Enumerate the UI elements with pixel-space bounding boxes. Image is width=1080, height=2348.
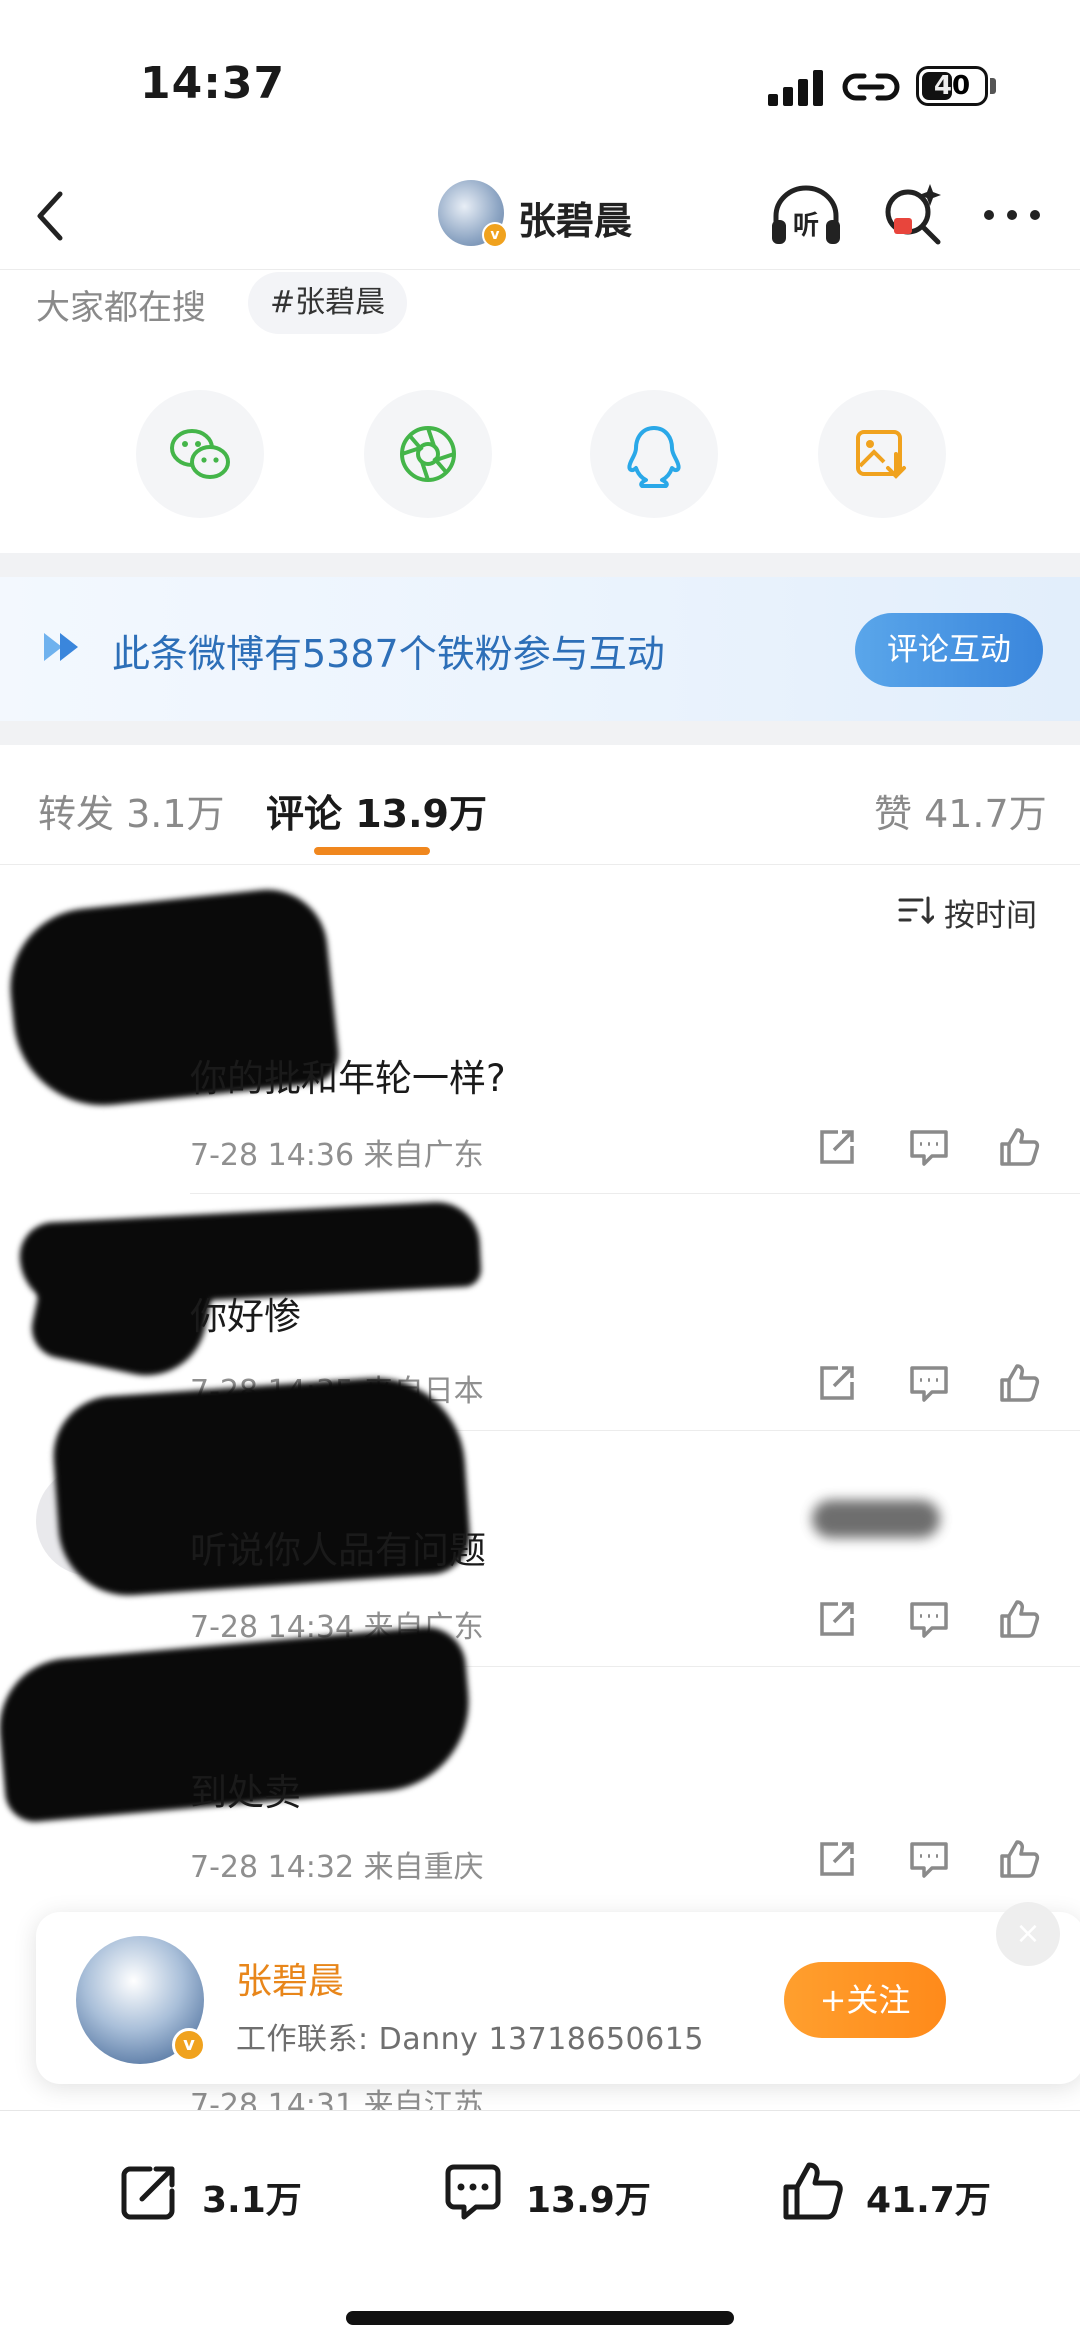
iron-fans-text: 此条微博有5387个铁粉参与互动 <box>112 632 665 676</box>
section-divider <box>0 721 1080 745</box>
reply-icon[interactable] <box>906 1124 952 1170</box>
tabs: 转发 3.1万 评论 13.9万 赞 41.7万 <box>0 745 1080 865</box>
back-icon[interactable] <box>28 186 72 246</box>
share-row <box>0 390 1080 520</box>
follow-button[interactable]: +关注 <box>784 1962 946 2038</box>
follow-card-contact: 工作联系: Danny 13718650615 <box>236 2022 704 2057</box>
moments-icon <box>400 426 456 482</box>
save-image-icon <box>856 430 906 479</box>
reply-icon[interactable] <box>906 1596 952 1642</box>
share-comment-icon[interactable] <box>814 1596 860 1642</box>
tab-likes[interactable]: 赞 41.7万 <box>874 783 1047 838</box>
reply-icon[interactable] <box>906 1360 952 1406</box>
share-comment-icon[interactable] <box>814 1836 860 1882</box>
share-qq-button[interactable] <box>590 390 718 518</box>
more-icon[interactable] <box>980 200 1044 230</box>
comment-count: 13.9万 <box>526 2180 651 2221</box>
search-ai-icon[interactable] <box>880 180 946 250</box>
battery-cap <box>990 78 996 94</box>
battery-level: 40 <box>933 71 971 101</box>
repost-button[interactable]: 3.1万 <box>116 2153 336 2233</box>
like-button[interactable]: 41.7万 <box>780 2153 1020 2233</box>
follow-card[interactable]: v 张碧晨 工作联系: Danny 13718650615 +关注 × <box>36 1902 1080 2084</box>
share-comment-icon[interactable] <box>814 1124 860 1170</box>
status-bar: 14:37 40 <box>0 0 1080 150</box>
share-comment-icon[interactable] <box>814 1360 860 1406</box>
save-image-button[interactable] <box>818 390 946 518</box>
close-icon[interactable]: × <box>996 1902 1060 1966</box>
comment-meta: 7-28 14:32 来自重庆 <box>190 1850 484 1885</box>
signal-icon <box>768 70 824 106</box>
like-icon[interactable] <box>996 1124 1042 1170</box>
like-icon[interactable] <box>996 1596 1042 1642</box>
comment-actions <box>810 1124 1060 1174</box>
verified-badge-icon: v <box>482 222 508 248</box>
section-divider <box>0 553 1080 577</box>
comment-icon <box>445 2164 501 2220</box>
blur-mark <box>812 1500 940 1538</box>
battery-icon: 40 <box>916 66 988 106</box>
comment-actions <box>810 1360 1060 1410</box>
wechat-icon <box>170 429 230 479</box>
svg-text:听: 听 <box>793 211 819 241</box>
comment-item: 到处卖 7-28 14:32 来自重庆 <box>0 1623 1080 1902</box>
comment-item: 你的批和年轮一样? 7-28 14:36 来自广东 <box>0 883 1080 1194</box>
comment-actions <box>810 1836 1060 1886</box>
tab-indicator <box>314 847 430 855</box>
comment-text: 你好惨 <box>190 1295 301 1338</box>
sort-icon[interactable] <box>898 894 934 926</box>
bottom-action-bar: 3.1万 13.9万 41.7万 <box>0 2110 1080 2348</box>
like-icon[interactable] <box>996 1836 1042 1882</box>
listen-icon[interactable]: 听 <box>768 182 844 248</box>
comment-meta: 7-28 14:36 来自广东 <box>190 1138 484 1173</box>
trending-search-tag[interactable]: #张碧晨 <box>248 272 408 334</box>
status-time: 14:37 <box>140 58 286 109</box>
comment-text: 到处卖 <box>190 1771 301 1814</box>
trending-search-row: 大家都在搜 #张碧晨 <box>0 272 1080 342</box>
tab-comments[interactable]: 评论 13.9万 <box>266 783 487 838</box>
reply-icon[interactable] <box>906 1836 952 1882</box>
share-wechat-button[interactable] <box>136 390 264 518</box>
home-indicator <box>346 2311 734 2325</box>
like-icon <box>783 2162 843 2220</box>
comment-text: 你的批和年轮一样? <box>190 1057 506 1100</box>
qq-icon <box>627 426 681 488</box>
sort-by-time[interactable]: 按时间 <box>944 890 1037 935</box>
share-moments-button[interactable] <box>364 390 492 518</box>
page-title[interactable]: 张碧晨 <box>518 190 632 245</box>
iron-fans-banner[interactable]: 此条微博有5387个铁粉参与互动 评论互动 <box>0 577 1080 721</box>
comment-item: 听说你人品有问题 7-28 14:34 来自广东 <box>0 1371 1080 1667</box>
trending-search-label: 大家都在搜 <box>36 288 206 328</box>
comment-actions <box>810 1596 1060 1646</box>
comment-text: 听说你人品有问题 <box>190 1529 486 1572</box>
repost-count: 3.1万 <box>202 2180 302 2221</box>
like-icon[interactable] <box>996 1360 1042 1406</box>
fans-icon <box>44 633 78 661</box>
tab-repost[interactable]: 转发 3.1万 <box>38 783 225 838</box>
repost-icon <box>121 2166 175 2220</box>
comment-interact-button[interactable]: 评论互动 <box>855 613 1043 687</box>
follow-card-name[interactable]: 张碧晨 <box>236 1952 344 2004</box>
comment-button[interactable]: 13.9万 <box>440 2153 680 2233</box>
link-icon <box>842 73 900 101</box>
verified-badge-icon: v <box>172 2028 206 2062</box>
nav-bar: v 张碧晨 听 <box>0 160 1080 270</box>
like-count: 41.7万 <box>866 2180 991 2221</box>
